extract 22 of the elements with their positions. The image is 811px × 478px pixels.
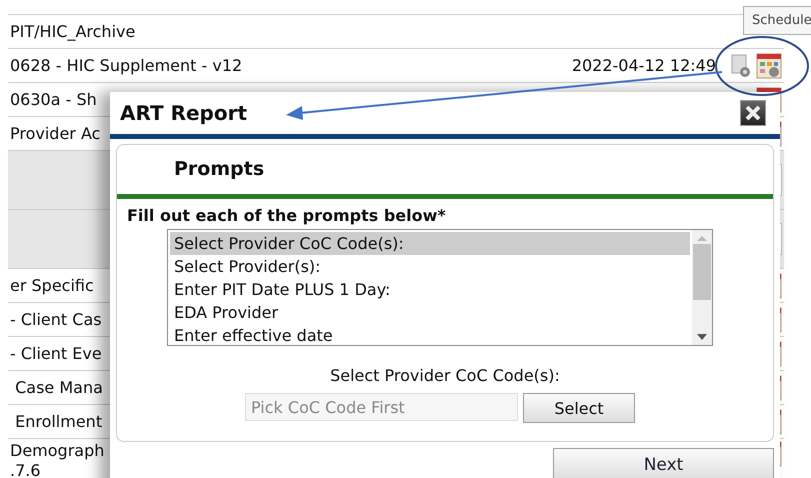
tooltip: Schedule	[743, 6, 811, 35]
next-button[interactable]: Next	[553, 448, 774, 478]
calendar-icon[interactable]	[756, 52, 782, 78]
prompt-listbox[interactable]: Select Provider CoC Code(s): Select Provider(s): Enter PIT Date PLUS 1 Day: EDA Provider Enter effective date	[167, 229, 713, 346]
coc-code-field[interactable]: Pick CoC Code First	[245, 393, 518, 421]
gear-icon[interactable]	[730, 52, 752, 78]
scrollbar[interactable]	[692, 230, 712, 345]
instruction-text: Fill out each of the prompts below*	[127, 206, 447, 225]
prompt-option[interactable]: EDA Provider	[170, 301, 690, 324]
prompt-option[interactable]: Enter PIT Date PLUS 1 Day:	[170, 278, 690, 301]
report-date: 2022-04-12 12:49	[572, 56, 716, 75]
prompt-option[interactable]: Enter effective date	[170, 324, 690, 347]
scroll-down-icon[interactable]	[696, 333, 708, 341]
select-button[interactable]: Select	[523, 393, 635, 423]
prompt-option[interactable]: Select Provider(s):	[170, 255, 690, 278]
field-label: Select Provider CoC Code(s):	[329, 366, 561, 385]
dialog-title: ART Report	[120, 101, 248, 125]
prompt-option[interactable]: Select Provider CoC Code(s):	[170, 232, 690, 255]
close-button[interactable]	[740, 100, 766, 126]
close-icon	[744, 104, 762, 122]
report-name[interactable]: 0628 - HIC Supplement - v12	[10, 56, 572, 75]
section-title: Prompts	[173, 157, 266, 182]
